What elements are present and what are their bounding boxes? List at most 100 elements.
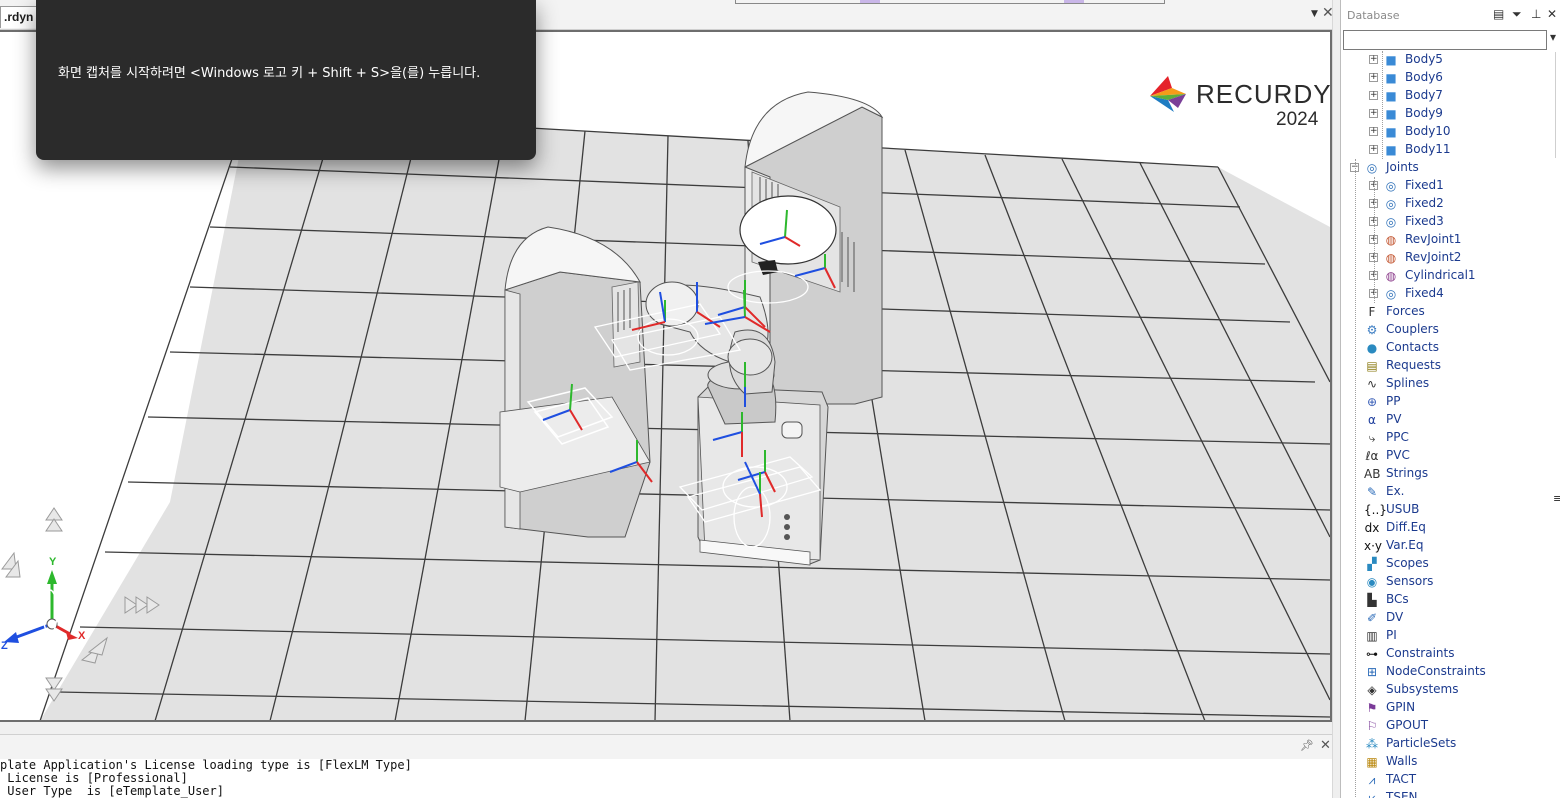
pv-icon: α bbox=[1368, 413, 1376, 427]
output-pane-header: 📌︎ ✕ bbox=[0, 735, 1338, 759]
tree-item-requests[interactable]: ▤ Requests bbox=[1341, 357, 1560, 375]
tree-item-walls[interactable]: ▦ Walls bbox=[1341, 753, 1560, 771]
expression-icon: ✎ bbox=[1366, 485, 1378, 499]
tree-item-tsen[interactable]: ⩗ TSEN bbox=[1341, 789, 1560, 798]
tree-item-pi[interactable]: ▥ PI bbox=[1341, 627, 1560, 645]
tree-item-label: Scopes bbox=[1386, 556, 1429, 570]
pvc-icon: ℓα bbox=[1365, 449, 1379, 463]
app-window: .rdyn ▼ ✕ Y Z X RECURDY 2024 화면 캡처를 시작하려… bbox=[0, 0, 1560, 798]
tree-item-label: PPC bbox=[1386, 430, 1409, 444]
database-tree[interactable]: + ■ Body5 + ■ Body6 + ■ Body7 + ■ Body9 + ■ Body10 + ■ Bo… bbox=[1341, 51, 1560, 798]
database-panel-header: Database ▤ ⏷ ⊥ ✕ bbox=[1341, 5, 1560, 27]
filter-icon[interactable]: ⏷ bbox=[1512, 7, 1522, 22]
database-search-button[interactable]: ▾ bbox=[1548, 30, 1560, 50]
tree-item-label: Body10 bbox=[1405, 124, 1451, 138]
expand-icon[interactable]: + bbox=[1369, 127, 1378, 136]
gpin-icon: ⚑ bbox=[1366, 701, 1378, 715]
tree-item-label: PI bbox=[1386, 628, 1397, 642]
tree-item-label: Body9 bbox=[1405, 106, 1443, 120]
tree-item-particle-sets[interactable]: ⁂ ParticleSets bbox=[1341, 735, 1560, 753]
expand-icon[interactable]: + bbox=[1369, 145, 1378, 154]
tree-item-label: Constraints bbox=[1386, 646, 1455, 660]
fixed-joint-icon: ◎ bbox=[1385, 215, 1397, 229]
tree-item-label: ParticleSets bbox=[1386, 736, 1457, 750]
expand-icon[interactable]: + bbox=[1369, 73, 1378, 82]
tree-item-body[interactable]: + ■ Body7 bbox=[1341, 87, 1560, 105]
fixed-joint-icon: ◎ bbox=[1385, 179, 1397, 193]
tree-item-bcs[interactable]: ▙ BCs bbox=[1341, 591, 1560, 609]
tree-item-gpout[interactable]: ⚐ GPOUT bbox=[1341, 717, 1560, 735]
tree-item-contacts[interactable]: ● Contacts bbox=[1341, 339, 1560, 357]
tree-item-usub[interactable]: {..} USUB bbox=[1341, 501, 1560, 519]
tree-item-constraints[interactable]: ⊶ Constraints bbox=[1341, 645, 1560, 663]
tree-item-label: TACT bbox=[1386, 772, 1417, 786]
tree-item-body[interactable]: + ■ Body11 bbox=[1341, 141, 1560, 159]
sensors-icon: ◉ bbox=[1366, 575, 1378, 589]
tree-item-node-constraints[interactable]: ⊞ NodeConstraints bbox=[1341, 663, 1560, 681]
view-menu-arrow-icon[interactable]: ▼ bbox=[1311, 9, 1318, 19]
document-tab[interactable]: .rdyn bbox=[0, 6, 40, 28]
tree-item-scopes[interactable]: ▞ Scopes bbox=[1341, 555, 1560, 573]
tree-item-label: PP bbox=[1386, 394, 1401, 408]
tact-icon: ⩘ bbox=[1368, 773, 1376, 787]
expand-icon[interactable]: + bbox=[1369, 109, 1378, 118]
tree-item-gpin[interactable]: ⚑ GPIN bbox=[1341, 699, 1560, 717]
tree-item-body[interactable]: + ■ Body10 bbox=[1341, 123, 1560, 141]
tree-item-diff-eq[interactable]: dx Diff.Eq bbox=[1341, 519, 1560, 537]
usub-icon: {..} bbox=[1364, 503, 1387, 517]
body-cube-icon: ■ bbox=[1385, 125, 1397, 139]
splines-icon: ∿ bbox=[1366, 377, 1378, 391]
tree-item-dv[interactable]: ✐ DV bbox=[1341, 609, 1560, 627]
pin-icon[interactable]: ⊥ bbox=[1531, 7, 1541, 21]
tree-item-label: RevJoint2 bbox=[1405, 250, 1462, 264]
pp-icon: ⊕ bbox=[1366, 395, 1378, 409]
tree-item-body[interactable]: + ■ Body6 bbox=[1341, 69, 1560, 87]
expand-icon[interactable]: + bbox=[1369, 91, 1378, 100]
tree-item-label: RevJoint1 bbox=[1405, 232, 1462, 246]
tree-item-label: Subsystems bbox=[1386, 682, 1459, 696]
diff-eq-icon: dx bbox=[1364, 521, 1380, 535]
tree-item-label: Body6 bbox=[1405, 70, 1443, 84]
panel-splitter[interactable] bbox=[1332, 0, 1340, 798]
tree-item-ppc[interactable]: ⤷ PPC bbox=[1341, 429, 1560, 447]
cylindrical-joint-icon: ◍ bbox=[1385, 269, 1397, 283]
tree-item-label: Fixed1 bbox=[1405, 178, 1444, 192]
list-view-icon[interactable]: ▤ bbox=[1493, 7, 1504, 21]
body-cube-icon: ■ bbox=[1385, 53, 1397, 67]
fixed-joint-icon: ◎ bbox=[1385, 287, 1397, 301]
tree-item-subsystems[interactable]: ◈ Subsystems bbox=[1341, 681, 1560, 699]
tree-item-splines[interactable]: ∿ Splines bbox=[1341, 375, 1560, 393]
expand-icon[interactable]: + bbox=[1369, 55, 1378, 64]
output-pane: 📌︎ ✕ plate Application's License loading… bbox=[0, 734, 1338, 798]
tree-item-body[interactable]: + ■ Body5 bbox=[1341, 51, 1560, 69]
body-cube-icon: ■ bbox=[1385, 143, 1397, 157]
close-icon[interactable]: ✕ bbox=[1320, 738, 1331, 753]
scopes-icon: ▞ bbox=[1367, 557, 1377, 571]
tree-item-label: Diff.Eq bbox=[1386, 520, 1426, 534]
subsystems-icon: ◈ bbox=[1367, 683, 1377, 697]
tree-item-pp[interactable]: ⊕ PP bbox=[1341, 393, 1560, 411]
tsen-icon: ⩗ bbox=[1368, 791, 1376, 798]
tree-item-couplers[interactable]: ⚙ Couplers bbox=[1341, 321, 1560, 339]
tree-item-body[interactable]: + ■ Body9 bbox=[1341, 105, 1560, 123]
bcs-icon: ▙ bbox=[1367, 593, 1377, 607]
tree-item-expression[interactable]: ✎ Ex. bbox=[1341, 483, 1560, 501]
tree-item-strings[interactable]: AB Strings bbox=[1341, 465, 1560, 483]
tree-item-label: Forces bbox=[1386, 304, 1425, 318]
tree-item-pvc[interactable]: ℓα PVC bbox=[1341, 447, 1560, 465]
output-log-line: User Type is [eTemplate_User] bbox=[0, 784, 224, 798]
revolute-joint-icon: ◍ bbox=[1385, 233, 1397, 247]
output-log: plate Application's License loading type… bbox=[0, 759, 412, 798]
tree-item-joints[interactable]: − ◎ Joints bbox=[1341, 159, 1560, 177]
tree-item-tact[interactable]: ⩘ TACT bbox=[1341, 771, 1560, 789]
tree-item-pv[interactable]: α PV bbox=[1341, 411, 1560, 429]
tree-item-forces[interactable]: F Forces bbox=[1341, 303, 1560, 321]
database-search-input[interactable] bbox=[1343, 30, 1547, 50]
tree-item-var-eq[interactable]: x·y Var.Eq bbox=[1341, 537, 1560, 555]
tree-item-label: Splines bbox=[1386, 376, 1430, 390]
close-icon[interactable]: ✕ bbox=[1547, 7, 1557, 21]
var-eq-icon: x·y bbox=[1364, 539, 1383, 553]
tree-item-sensors[interactable]: ◉ Sensors bbox=[1341, 573, 1560, 591]
pin-icon[interactable]: 📌︎ bbox=[1300, 739, 1314, 752]
panel-edge-grip-icon[interactable]: ≡ bbox=[1553, 492, 1560, 505]
